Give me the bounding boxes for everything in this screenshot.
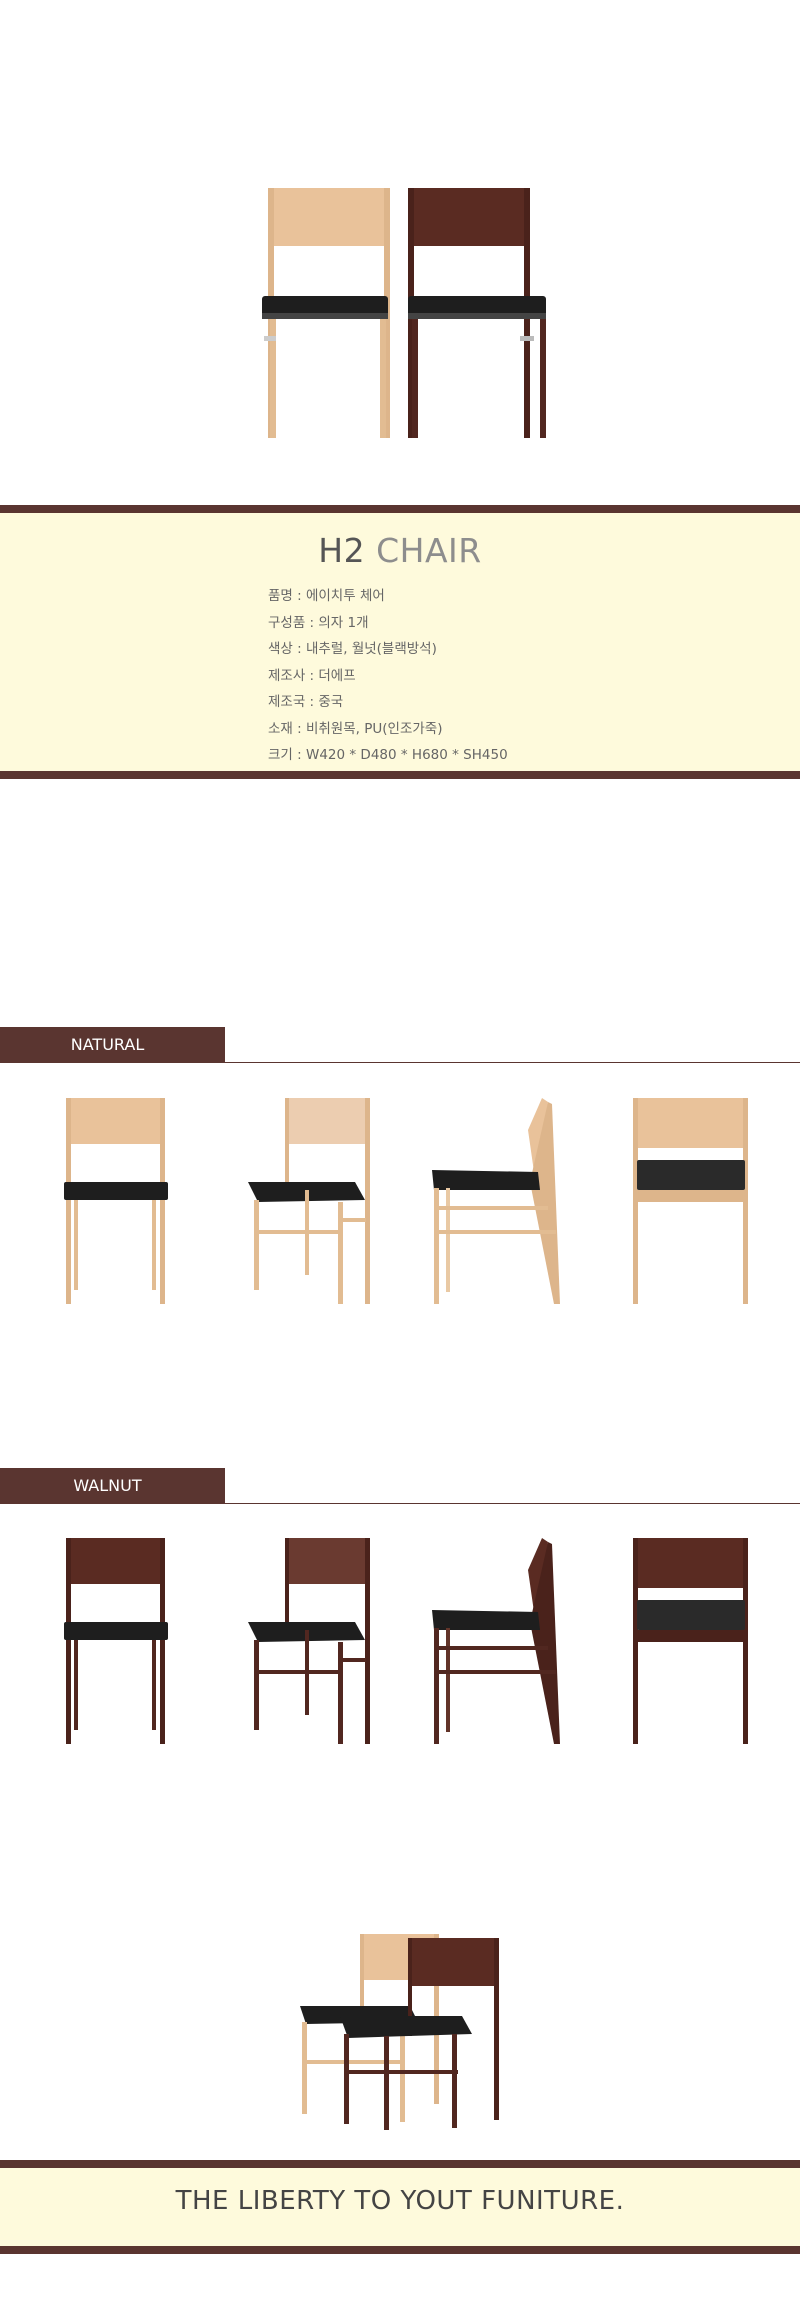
- walnut-front-view: [30, 1530, 210, 1750]
- natural-back-view: [605, 1090, 785, 1310]
- spec-components: 구성품 : 의자 1개: [268, 614, 369, 631]
- product-title-name: CHAIR: [376, 531, 482, 570]
- walnut-section-label: WALNUT: [0, 1468, 225, 1504]
- natural-views-row: [0, 1090, 800, 1310]
- natural-side-view: [420, 1090, 600, 1310]
- natural-front-view: [30, 1090, 210, 1310]
- slogan-text: THE LIBERTY TO YOUT FUNITURE.: [175, 2186, 625, 2216]
- walnut-section-divider: [225, 1503, 800, 1504]
- hero-chairs-illustration: [262, 188, 546, 438]
- spec-country: 제조국 : 중국: [268, 694, 344, 710]
- walnut-back-view: [605, 1530, 785, 1750]
- walnut-front-chair: [408, 188, 546, 438]
- natural-section-header: NATURAL: [0, 1027, 800, 1065]
- product-spec-list: 품명 : 에이치투 체어 구성품 : 의자 1개 색상 : 내추럴, 월넛(블랙…: [268, 583, 508, 769]
- natural-front-chair: [262, 188, 390, 438]
- spec-size: 크기 : W420 * D480 * H680 * SH450: [268, 747, 508, 763]
- product-title: H2 CHAIR: [0, 531, 800, 570]
- spec-manufacturer: 제조사 : 더에프: [268, 667, 356, 684]
- natural-section-divider: [225, 1062, 800, 1063]
- product-info-band: H2 CHAIR 품명 : 에이치투 체어 구성품 : 의자 1개 색상 : 내…: [0, 505, 800, 779]
- product-title-code: H2: [318, 531, 366, 570]
- walnut-side-view: [420, 1530, 600, 1750]
- natural-three-quarter-view: [210, 1090, 390, 1310]
- walnut-views-row: [0, 1530, 800, 1750]
- walnut-section-header: WALNUT: [0, 1468, 800, 1506]
- spec-color: 색상 : 내추럴, 월넛(블랙방석): [268, 641, 437, 657]
- hero-image: [0, 0, 800, 505]
- walnut-three-quarter-view: [210, 1530, 390, 1750]
- natural-and-walnut-pair: [240, 1910, 560, 2130]
- natural-section-label: NATURAL: [0, 1027, 225, 1063]
- spec-material: 소재 : 비취원목, PU(인조가죽): [268, 720, 443, 737]
- spec-name: 품명 : 에이치투 체어: [268, 588, 385, 604]
- slogan-band: THE LIBERTY TO YOUT FUNITURE.: [0, 2160, 800, 2254]
